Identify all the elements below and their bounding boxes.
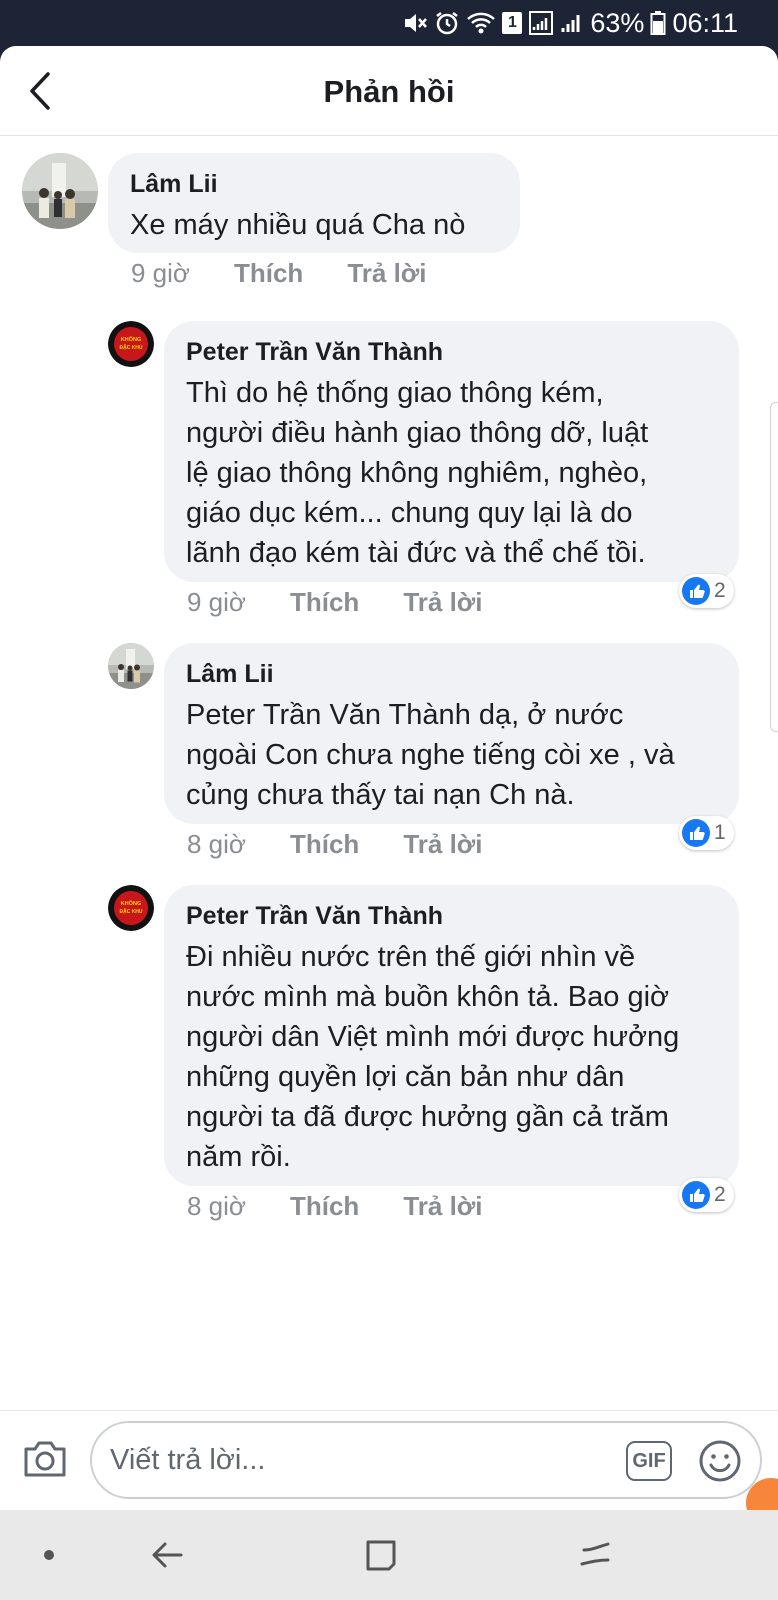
reply-input-box[interactable]: GIF <box>90 1421 762 1499</box>
avatar[interactable]: KHÔNG ĐẶC KHU <box>108 885 154 931</box>
comment-author[interactable]: Lâm Lii <box>186 659 717 689</box>
avatar[interactable] <box>22 153 98 229</box>
battery-percent: 63% <box>590 7 645 38</box>
avatar-logo-text: ĐẶC KHU <box>119 344 142 351</box>
nav-menu-icon <box>580 1542 610 1566</box>
comment-text: Peter Trần Văn Thành dạ, ở nước ngoài Co… <box>186 699 675 811</box>
comment-time: 8 giờ <box>187 1191 246 1221</box>
system-nav-bar <box>0 1510 778 1600</box>
camera-button[interactable] <box>22 1437 68 1481</box>
avatar-logo-text: ĐẶC KHU <box>119 908 142 915</box>
wifi-icon <box>467 12 496 34</box>
avatar[interactable]: KHÔNG ĐẶC KHU <box>108 321 154 367</box>
reaction-count-text: 2 <box>714 1183 726 1206</box>
alarm-icon <box>436 12 459 35</box>
comment-text: Thì do hệ thống giao thông kém, người đi… <box>186 377 649 569</box>
reply-button[interactable]: Trả lời <box>403 1191 482 1222</box>
comment-meta: 8 giờ Thích Trả lời <box>187 1191 527 1222</box>
like-thumb-icon <box>682 1181 710 1209</box>
emoji-button[interactable] <box>698 1439 742 1483</box>
like-button[interactable]: Thích <box>290 829 359 860</box>
reply-button[interactable]: Trả lời <box>403 587 482 618</box>
comment-time: 9 giờ <box>187 587 246 617</box>
scrollbar[interactable] <box>770 402 778 732</box>
comment-bubble: Peter Trần Văn Thành Đi nhiều nước trên … <box>164 885 739 1186</box>
avatar[interactable] <box>108 643 154 689</box>
reaction-count[interactable]: 2 <box>679 1178 734 1212</box>
signal-icon <box>529 11 554 35</box>
reply-input[interactable] <box>110 1439 590 1481</box>
reaction-count-text: 1 <box>714 821 726 844</box>
gif-button[interactable]: GIF <box>626 1441 672 1481</box>
avatar-logo-text: KHÔNG <box>121 335 141 343</box>
comment-meta: 9 giờ Thích Trả lời <box>187 587 527 618</box>
reaction-count[interactable]: 1 <box>679 816 734 850</box>
replies-sheet: Phản hồi Lâm Lii Xe máy nhiều quá Cha nò… <box>0 46 778 1510</box>
reply-button[interactable]: Trả lời <box>403 829 482 860</box>
comment-time: 8 giờ <box>187 829 246 859</box>
nav-menu-button[interactable] <box>570 1532 620 1578</box>
avatar-logo-text: KHÔNG <box>121 899 141 907</box>
comment-author[interactable]: Lâm Lii <box>130 169 498 199</box>
nav-back-icon <box>152 1542 183 1568</box>
like-thumb-icon <box>682 577 710 605</box>
nav-recents-button[interactable] <box>356 1532 406 1578</box>
signal-bars-icon <box>561 15 580 32</box>
comment-text: Xe máy nhiều quá Cha nò <box>130 209 466 241</box>
gif-icon: GIF <box>632 1449 666 1472</box>
comment-bubble: Lâm Lii Peter Trần Văn Thành dạ, ở nước … <box>164 643 739 824</box>
reply-composer: GIF <box>0 1410 778 1510</box>
camera-icon <box>24 1441 66 1477</box>
clock: 06:11 <box>672 7 738 38</box>
comment-meta: 9 giờ Thích Trả lời <box>131 258 471 289</box>
mute-icon <box>405 14 428 32</box>
sim-badge: 1 <box>502 12 523 34</box>
nav-dot-button[interactable] <box>24 1532 74 1578</box>
like-button[interactable]: Thích <box>234 258 303 289</box>
comment-time: 9 giờ <box>131 258 190 288</box>
emoji-icon <box>699 1440 741 1482</box>
page-title: Phản hồi <box>323 74 455 109</box>
status-bar: 1 63% 06:11 <box>0 0 778 46</box>
like-button[interactable]: Thích <box>290 1191 359 1222</box>
header: Phản hồi <box>0 46 778 136</box>
like-thumb-icon <box>682 819 710 847</box>
reaction-count-text: 2 <box>714 579 726 602</box>
comment-text: Đi nhiều nước trên thế giới nhìn về nước… <box>186 941 680 1173</box>
comment-bubble: Peter Trần Văn Thành Thì do hệ thống gia… <box>164 321 739 582</box>
status-icons: 1 63% 06:11 <box>402 8 738 38</box>
reply-button[interactable]: Trả lời <box>347 258 426 289</box>
comment-author[interactable]: Peter Trần Văn Thành <box>186 901 717 931</box>
comment-meta: 8 giờ Thích Trả lời <box>187 829 527 860</box>
nav-back-button[interactable] <box>143 1532 193 1578</box>
comment-author[interactable]: Peter Trần Văn Thành <box>186 337 717 367</box>
reaction-count[interactable]: 2 <box>679 574 734 608</box>
like-button[interactable]: Thích <box>290 587 359 618</box>
comment-bubble: Lâm Lii Xe máy nhiều quá Cha nò <box>108 153 520 253</box>
battery-icon <box>650 11 666 35</box>
nav-recents-icon <box>366 1540 396 1571</box>
nav-dot-icon <box>44 1550 54 1560</box>
